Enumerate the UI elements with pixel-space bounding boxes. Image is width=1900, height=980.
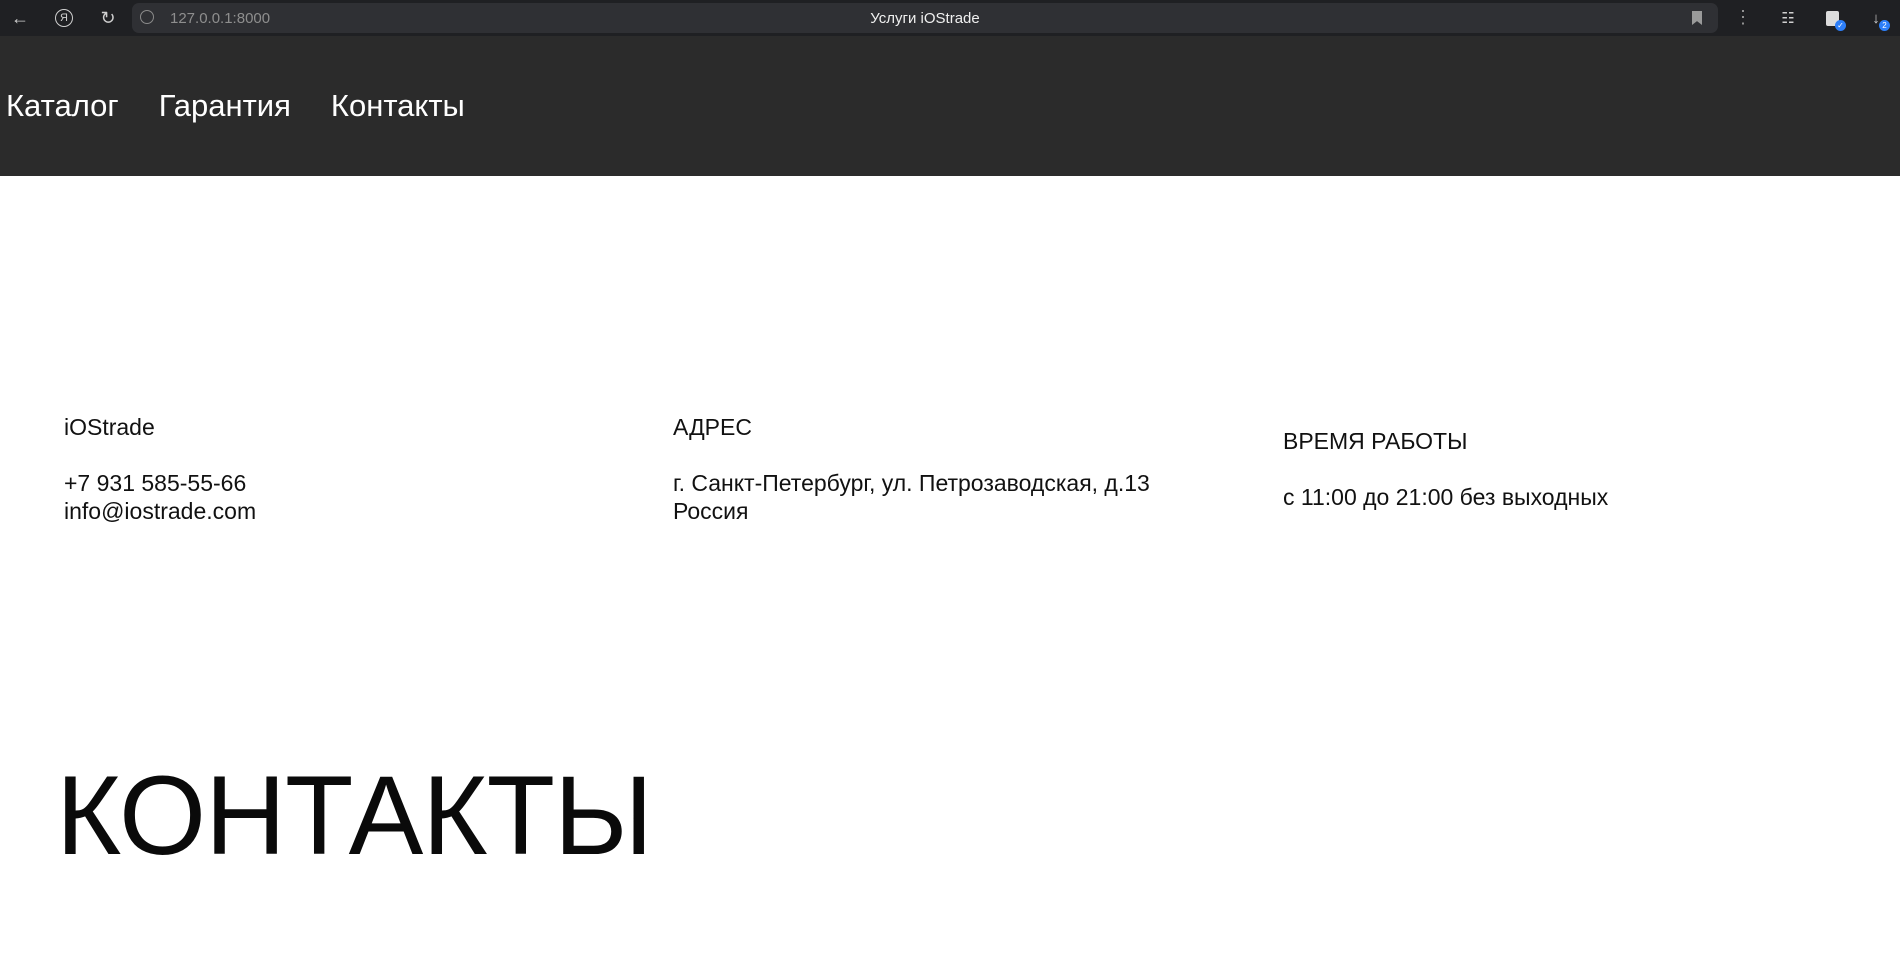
back-arrow-icon[interactable]: ← <box>8 6 32 30</box>
address-line-street: г. Санкт-Петербург, ул. Петрозаводская, … <box>673 470 1150 496</box>
hours-column: ВРЕМЯ РАБОТЫ с 11:00 до 21:00 без выходн… <box>1283 427 1608 511</box>
company-phone: +7 931 585-55-66 <box>64 470 247 496</box>
site-header: Каталог Гарантия Контакты <box>0 36 1900 176</box>
nav-item-catalog[interactable]: Каталог <box>6 88 119 124</box>
yandex-logo-icon[interactable]: Я <box>52 6 76 30</box>
address-line-country: Россия <box>673 498 749 524</box>
nav-item-contacts[interactable]: Контакты <box>331 88 465 124</box>
extension-icon[interactable]: ✓ <box>1822 8 1846 31</box>
page-title: КОНТАКТЫ <box>56 753 653 878</box>
address-bar[interactable]: 127.0.0.1:8000 Услуги iOStrade <box>132 3 1718 33</box>
hours-value: с 11:00 до 21:00 без выходных <box>1283 484 1609 510</box>
tab-title: Услуги iOStrade <box>870 10 980 27</box>
browser-toolbar: ← Я ↻ 127.0.0.1:8000 Услуги iOStrade ⋮ ☷… <box>0 0 1900 36</box>
extension-check-icon: ✓ <box>1835 20 1846 31</box>
address-heading: АДРЕС <box>673 414 752 440</box>
reload-icon[interactable]: ↻ <box>96 6 120 30</box>
company-name: iOStrade <box>64 414 155 440</box>
more-menu-icon[interactable]: ⋮ <box>1734 7 1752 27</box>
company-email: info@iostrade.com <box>64 498 257 524</box>
downloads-count-badge: 2 <box>1879 20 1890 31</box>
hours-heading: ВРЕМЯ РАБОТЫ <box>1283 428 1468 454</box>
reading-list-icon[interactable]: ☷ <box>1778 8 1798 28</box>
nav-item-warranty[interactable]: Гарантия <box>159 88 291 124</box>
address-column: АДРЕС г. Санкт-Петербург, ул. Петрозавод… <box>673 413 1150 525</box>
main-nav: Каталог Гарантия Контакты <box>6 88 505 124</box>
downloads-icon[interactable]: ↓ 2 <box>1866 8 1890 31</box>
company-column: iOStrade +7 931 585-55-66 info@iostrade.… <box>64 413 256 525</box>
